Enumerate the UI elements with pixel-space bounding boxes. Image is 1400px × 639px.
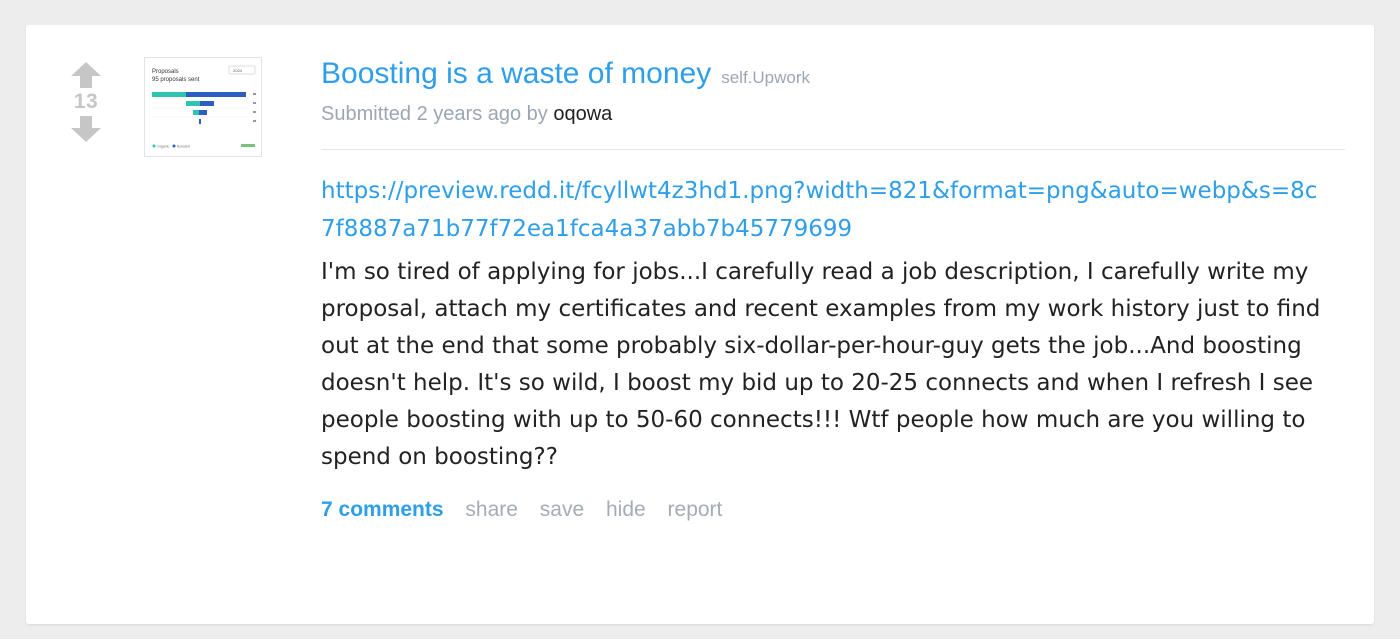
thumbnail-legend-organic: Organic xyxy=(157,145,170,149)
post-domain[interactable]: self.Upwork xyxy=(721,68,810,87)
submitted-text: Submitted 2 years ago by xyxy=(321,103,548,125)
post-score: 13 xyxy=(73,90,99,113)
thumbnail-bar xyxy=(200,101,214,106)
thumbnail-value-mark xyxy=(253,120,256,122)
thumbnail-legend-boosted: Boosted xyxy=(177,145,190,149)
post-thumbnail[interactable]: Proposals 95 proposals sent 2024 Organic… xyxy=(144,57,262,157)
thumbnail-bar xyxy=(186,92,246,97)
divider xyxy=(321,149,1345,150)
thumbnail-chart-image: Proposals 95 proposals sent 2024 Organic… xyxy=(152,65,256,149)
thumbnail-legend-dot xyxy=(172,144,176,148)
thumbnail-value-mark xyxy=(253,102,256,104)
vote-column: 13 xyxy=(66,61,106,143)
thumbnail-bar xyxy=(186,101,200,106)
thumbnail-bar xyxy=(152,92,186,97)
author-link[interactable]: oqowa xyxy=(553,103,612,125)
thumbnail-sublabel: 95 proposals sent xyxy=(152,77,200,83)
thumbnail-legend-dot xyxy=(152,144,156,148)
post-content: Boosting is a waste of money self.Upwork … xyxy=(321,55,1345,522)
thumbnail-bar xyxy=(199,110,207,115)
thumbnail-dropdown-label: 2024 xyxy=(233,68,243,73)
post-body-link[interactable]: https://preview.redd.it/fcyllwt4z3hd1.pn… xyxy=(321,172,1321,248)
share-link[interactable]: share xyxy=(465,498,518,521)
downvote-arrow-icon[interactable] xyxy=(70,115,102,143)
thumbnail-label: Proposals xyxy=(152,69,179,75)
post-title-link[interactable]: Boosting is a waste of money xyxy=(321,57,711,90)
hide-link[interactable]: hide xyxy=(606,498,646,521)
save-link[interactable]: save xyxy=(540,498,584,521)
thumbnail-value-mark xyxy=(253,111,256,113)
comments-link[interactable]: 7 comments xyxy=(321,498,444,521)
thumbnail-bar xyxy=(193,110,199,115)
title-row: Boosting is a waste of money self.Upwork xyxy=(321,55,1345,98)
thumbnail-value-mark xyxy=(253,93,256,95)
thumbnail-link-mark xyxy=(241,144,255,147)
report-link[interactable]: report xyxy=(668,498,723,521)
post-card: 13 Proposals 95 proposals sent 2024 Orga… xyxy=(26,25,1374,624)
post-actions: 7 comments share save hide report xyxy=(321,498,1345,522)
post-meta: Submitted 2 years ago by oqowa xyxy=(321,99,1345,129)
thumbnail-bar xyxy=(199,119,201,124)
upvote-arrow-icon[interactable] xyxy=(70,61,102,89)
post-body-text: I'm so tired of applying for jobs...I ca… xyxy=(321,259,1321,470)
